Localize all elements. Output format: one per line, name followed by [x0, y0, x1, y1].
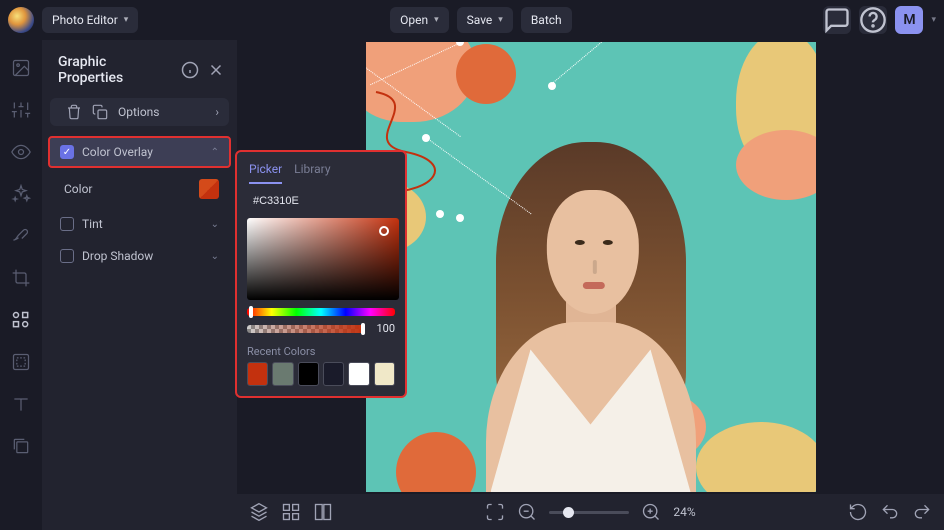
rail-sparkle-icon[interactable]	[11, 184, 31, 204]
recent-colors-row	[247, 362, 395, 386]
rail-layers-icon[interactable]	[11, 436, 31, 456]
prop-row-tint[interactable]: Tint ⌄	[50, 210, 229, 238]
color-picker-popover: Picker Library 100 Recent Colors	[235, 150, 407, 398]
prop-label: Color Overlay	[82, 145, 203, 159]
rail-brush-icon[interactable]	[11, 226, 31, 246]
info-icon[interactable]	[181, 61, 199, 79]
zoom-handle[interactable]	[563, 507, 574, 518]
zoom-in-icon[interactable]	[641, 502, 661, 522]
selection-handle[interactable]	[456, 214, 464, 222]
rail-crop-icon[interactable]	[11, 268, 31, 288]
grid-icon[interactable]	[281, 502, 301, 522]
saturation-value-field[interactable]	[247, 218, 399, 300]
selection-handle[interactable]	[422, 134, 430, 142]
zoom-slider[interactable]	[549, 511, 629, 514]
color-swatch[interactable]	[199, 179, 219, 199]
rail-text-icon[interactable]	[11, 394, 31, 414]
compare-icon[interactable]	[313, 502, 333, 522]
selection-handle[interactable]	[548, 82, 556, 90]
hex-input[interactable]	[253, 195, 395, 207]
chevron-down-icon: ▾	[498, 15, 503, 25]
checkbox-color-overlay[interactable]	[60, 145, 74, 159]
graphic-blob	[456, 44, 516, 104]
comments-button[interactable]	[823, 6, 851, 34]
tab-library[interactable]: Library	[294, 162, 330, 184]
rail-elements-icon[interactable]	[11, 310, 31, 330]
hue-slider[interactable]	[247, 308, 395, 316]
rail-eye-icon[interactable]	[11, 142, 31, 162]
checkbox-drop-shadow[interactable]	[60, 249, 74, 263]
recent-swatch[interactable]	[298, 362, 319, 386]
app-mode-label: Photo Editor	[52, 13, 118, 27]
recent-colors-label: Recent Colors	[247, 345, 395, 358]
undo-icon[interactable]	[880, 502, 900, 522]
sv-cursor[interactable]	[379, 226, 389, 236]
chevron-down-icon: ⌄	[211, 219, 219, 230]
batch-button[interactable]: Batch	[521, 7, 572, 33]
rail-frame-icon[interactable]	[11, 352, 31, 372]
recent-swatch[interactable]	[374, 362, 395, 386]
tab-picker[interactable]: Picker	[249, 162, 282, 184]
open-button[interactable]: Open ▾	[390, 7, 449, 33]
recent-swatch[interactable]	[272, 362, 293, 386]
chevron-down-icon: ▾	[434, 15, 439, 25]
avatar[interactable]: M	[895, 6, 923, 34]
help-button[interactable]	[859, 6, 887, 34]
prop-row-drop-shadow[interactable]: Drop Shadow ⌄	[50, 242, 229, 270]
zoom-value: 24%	[673, 505, 695, 519]
recent-swatch[interactable]	[348, 362, 369, 386]
app-logo	[8, 7, 34, 33]
photo-subject	[451, 112, 731, 492]
trash-icon[interactable]	[66, 104, 82, 120]
alpha-value: 100	[371, 322, 395, 335]
selection-edge[interactable]	[550, 42, 666, 85]
redo-icon[interactable]	[912, 502, 932, 522]
prop-label: Color	[64, 182, 191, 196]
recent-swatch[interactable]	[323, 362, 344, 386]
prop-row-color[interactable]: Color	[50, 172, 229, 206]
chevron-down-icon: ⌄	[211, 251, 219, 262]
duplicate-icon[interactable]	[92, 104, 108, 120]
chevron-down-icon: ▾	[124, 15, 129, 25]
hue-handle[interactable]	[249, 306, 253, 318]
prop-label: Drop Shadow	[82, 249, 203, 263]
checkbox-tint[interactable]	[60, 217, 74, 231]
panel-title: Graphic Properties	[58, 54, 173, 86]
options-button[interactable]: Options	[118, 105, 205, 119]
fit-screen-icon[interactable]	[485, 502, 505, 522]
layers-icon[interactable]	[249, 502, 269, 522]
prop-row-color-overlay[interactable]: Color Overlay ⌃	[48, 136, 231, 168]
recent-swatch[interactable]	[247, 362, 268, 386]
alpha-slider[interactable]	[247, 325, 365, 333]
app-mode-select[interactable]: Photo Editor ▾	[42, 7, 138, 33]
close-icon[interactable]	[207, 61, 225, 79]
reset-icon[interactable]	[848, 502, 868, 522]
canvas[interactable]	[366, 42, 816, 492]
chevron-up-icon: ⌃	[211, 147, 219, 158]
save-button[interactable]: Save ▾	[457, 7, 513, 33]
zoom-out-icon[interactable]	[517, 502, 537, 522]
rail-adjust-icon[interactable]	[11, 100, 31, 120]
chevron-down-icon[interactable]: ▾	[931, 15, 936, 25]
chevron-right-icon: ›	[215, 105, 219, 119]
rail-image-icon[interactable]	[11, 58, 31, 78]
prop-label: Tint	[82, 217, 203, 231]
alpha-handle[interactable]	[361, 323, 365, 335]
selection-handle[interactable]	[436, 210, 444, 218]
